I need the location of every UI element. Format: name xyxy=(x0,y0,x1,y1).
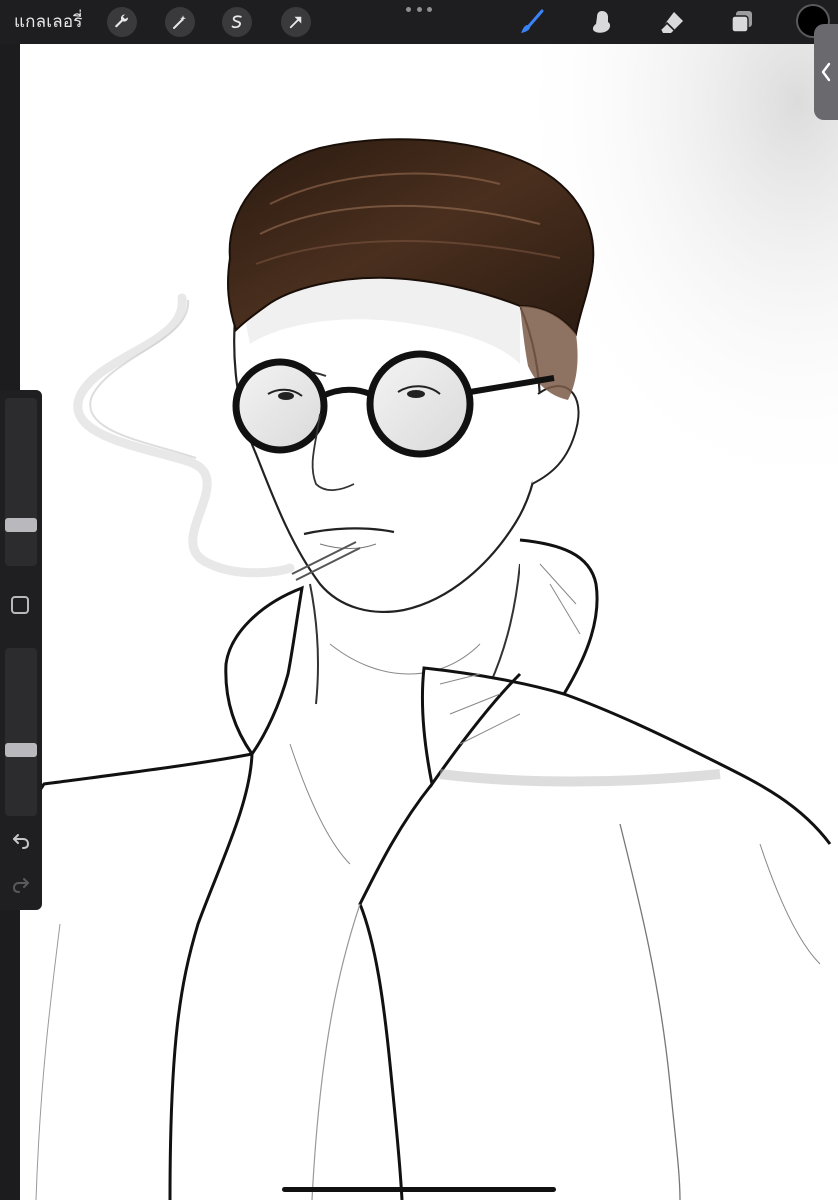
layers-icon[interactable] xyxy=(726,6,758,38)
undo-icon[interactable] xyxy=(10,830,32,852)
reference-panel-tab[interactable] xyxy=(814,24,838,120)
artwork xyxy=(20,44,838,1200)
smudge-icon[interactable] xyxy=(586,6,618,38)
more-options-icon[interactable] xyxy=(406,2,432,16)
brush-icon[interactable] xyxy=(516,6,548,38)
procreate-app: แกลเลอรี่ xyxy=(0,0,838,1200)
transform-arrow-icon[interactable] xyxy=(281,7,311,37)
top-toolbar: แกลเลอรี่ xyxy=(0,0,838,44)
magic-wand-icon[interactable] xyxy=(165,7,195,37)
brush-opacity-slider[interactable] xyxy=(5,648,37,816)
chevron-left-icon xyxy=(821,62,831,82)
home-indicator xyxy=(282,1187,556,1192)
brush-opacity-thumb[interactable] xyxy=(5,743,37,757)
brush-size-thumb[interactable] xyxy=(5,518,37,532)
redo-icon[interactable] xyxy=(10,874,32,896)
drawing-canvas[interactable] xyxy=(20,44,838,1200)
brush-size-slider[interactable] xyxy=(5,398,37,566)
selection-icon[interactable] xyxy=(222,7,252,37)
left-sidebar xyxy=(0,390,42,910)
wrench-icon[interactable] xyxy=(107,7,137,37)
gallery-button[interactable]: แกลเลอรี่ xyxy=(14,8,83,36)
modify-button[interactable] xyxy=(11,596,29,614)
eraser-icon[interactable] xyxy=(656,6,688,38)
